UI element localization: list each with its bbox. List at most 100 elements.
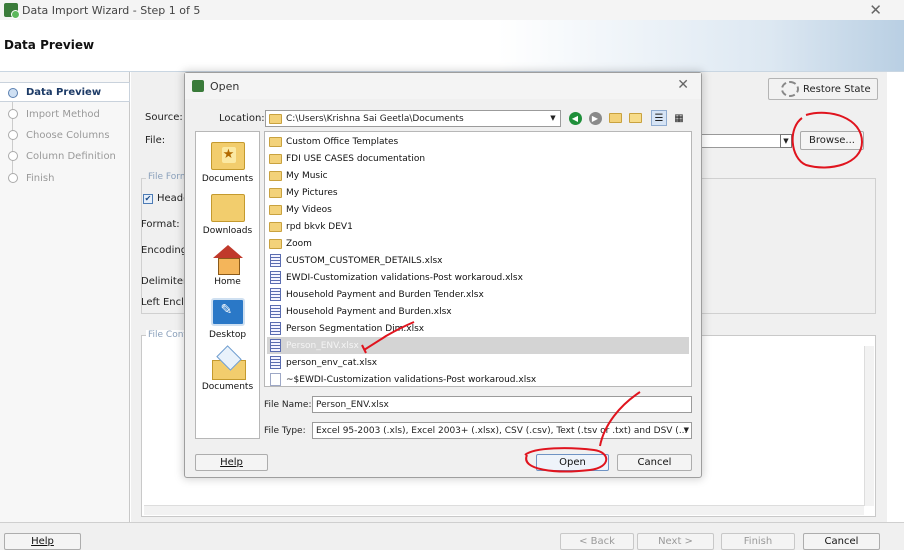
place-downloads[interactable]: Downloads — [196, 194, 259, 236]
nav-step-choose-columns[interactable]: Choose Columns — [0, 125, 130, 145]
folder-icon — [269, 153, 282, 164]
file-name: My Videos — [286, 204, 332, 215]
file-type-select[interactable]: Excel 95-2003 (.xls), Excel 2003+ (.xlsx… — [312, 422, 692, 439]
desktop-icon — [210, 298, 245, 326]
home-icon — [211, 245, 245, 275]
file-list-item[interactable]: My Music — [267, 167, 689, 184]
file-name: rpd bkvk DEV1 — [286, 221, 353, 232]
browse-button[interactable]: Browse... — [800, 131, 864, 150]
arrow-left-icon: ◀ — [568, 111, 582, 125]
nav-step-label: Finish — [26, 172, 55, 184]
header-checkbox[interactable]: ✔ — [143, 194, 153, 204]
dialog-cancel-button[interactable]: Cancel — [617, 454, 692, 471]
place-documents-2[interactable]: Documents — [196, 350, 259, 392]
spreadsheet-file-icon — [270, 322, 281, 335]
location-combo[interactable]: C:\Users\Krishna Sai Geetla\Documents ▼ — [265, 110, 561, 127]
spreadsheet-file-icon — [270, 339, 281, 352]
back-button[interactable]: < Back — [560, 533, 634, 550]
dialog-help-label: Help — [220, 457, 243, 468]
nav-step-finish[interactable]: Finish — [0, 168, 130, 188]
source-label: Source: — [145, 112, 183, 123]
file-list-item[interactable]: Zoom — [267, 235, 689, 252]
file-name: Zoom — [286, 238, 312, 249]
preview-vertical-scrollbar[interactable] — [864, 346, 874, 506]
header-band: Data Preview — [0, 20, 904, 72]
file-list-item[interactable]: ~$EWDI-Customization validations-Post wo… — [267, 371, 689, 386]
preview-horizontal-scrollbar[interactable] — [144, 505, 864, 515]
nav-step-import-method[interactable]: Import Method — [0, 104, 130, 124]
file-name-input[interactable]: Person_ENV.xlsx — [312, 396, 692, 413]
location-dropdown-arrow[interactable]: ▼ — [548, 113, 558, 124]
file-list-item[interactable]: FDI USE CASES documentation — [267, 150, 689, 167]
file-label: File: — [145, 135, 166, 146]
restore-state-label: Restore State — [803, 83, 871, 95]
file-type-value: Excel 95-2003 (.xls), Excel 2003+ (.xlsx… — [316, 425, 688, 436]
restore-gear-icon — [781, 81, 799, 97]
documents-envelope-icon — [211, 350, 246, 380]
file-list-item[interactable]: My Videos — [267, 201, 689, 218]
list-view-button[interactable]: ☰ — [651, 110, 667, 126]
page-title: Data Preview — [4, 38, 95, 52]
new-folder-icon — [628, 113, 642, 123]
spreadsheet-file-icon — [270, 356, 281, 369]
nav-step-label: Choose Columns — [26, 129, 110, 141]
file-name-label: File Name: — [264, 400, 312, 410]
location-label: Location: — [219, 113, 265, 124]
file-list-item[interactable]: Person Segmentation Dim.xlsx — [267, 320, 689, 337]
folder-icon — [269, 204, 282, 215]
back-nav-button[interactable]: ◀ — [567, 110, 583, 126]
place-desktop[interactable]: Desktop — [196, 298, 259, 340]
dialog-title: Open — [210, 79, 240, 93]
place-documents[interactable]: Documents — [196, 142, 259, 184]
finish-button[interactable]: Finish — [721, 533, 795, 550]
dialog-close-icon[interactable]: ✕ — [677, 77, 689, 93]
file-path-dropdown-arrow[interactable]: ▼ — [780, 134, 792, 148]
documents-icon — [210, 142, 245, 170]
wizard-steps-nav: Data Preview Import Method Choose Column… — [0, 72, 130, 522]
file-name: Household Payment and Burden.xlsx — [286, 306, 452, 317]
place-home[interactable]: Home — [196, 245, 259, 287]
file-list-item[interactable]: Household Payment and Burden Tender.xlsx — [267, 286, 689, 303]
file-list-item[interactable]: Custom Office Templates — [267, 133, 689, 150]
file-type-dropdown-arrow[interactable]: ▼ — [684, 426, 689, 434]
folder-icon — [269, 221, 282, 232]
help-button[interactable]: Help — [4, 533, 81, 550]
spreadsheet-file-icon — [270, 254, 281, 267]
restore-state-button[interactable]: Restore State — [768, 78, 878, 100]
dialog-help-button[interactable]: Help — [195, 454, 268, 471]
file-list-item-selected[interactable]: Person_ENV.xlsx — [267, 337, 689, 354]
nav-step-data-preview[interactable]: Data Preview — [0, 82, 130, 102]
forward-nav-button[interactable]: ▶ — [587, 110, 603, 126]
spreadsheet-file-icon — [270, 271, 281, 284]
nav-step-column-definition[interactable]: Column Definition — [0, 146, 130, 166]
folder-icon — [269, 170, 282, 181]
place-label: Downloads — [202, 226, 253, 236]
arrow-right-icon: ▶ — [588, 111, 602, 125]
folder-icon — [269, 238, 282, 249]
file-path-combo[interactable] — [699, 134, 781, 148]
file-list-item[interactable]: My Pictures — [267, 184, 689, 201]
up-folder-button[interactable] — [607, 110, 623, 126]
new-folder-button[interactable] — [627, 110, 643, 126]
file-list-item[interactable]: rpd bkvk DEV1 — [267, 218, 689, 235]
file-name: My Pictures — [286, 187, 338, 198]
file-list-item[interactable]: CUSTOM_CUSTOMER_DETAILS.xlsx — [267, 252, 689, 269]
file-name: EWDI-Customization validations-Post work… — [286, 272, 523, 283]
open-button[interactable]: Open — [536, 454, 609, 471]
file-list-item[interactable]: EWDI-Customization validations-Post work… — [267, 269, 689, 286]
place-label: Documents — [201, 174, 254, 184]
wizard-app-icon — [4, 3, 20, 19]
folder-icon — [269, 113, 282, 124]
next-button[interactable]: Next > — [637, 533, 714, 550]
wizard-close-icon[interactable]: ✕ — [869, 1, 882, 19]
file-name: FDI USE CASES documentation — [286, 153, 426, 164]
details-view-button[interactable]: ▦ — [671, 110, 687, 126]
cancel-button[interactable]: Cancel — [803, 533, 880, 550]
file-list-item[interactable]: person_env_cat.xlsx — [267, 354, 689, 371]
place-label: Documents — [201, 382, 254, 392]
help-label: Help — [31, 536, 54, 547]
file-list-item[interactable]: Household Payment and Burden.xlsx — [267, 303, 689, 320]
file-list: Custom Office Templates FDI USE CASES do… — [264, 131, 692, 387]
file-name: Person Segmentation Dim.xlsx — [286, 323, 425, 334]
place-label: Home — [214, 277, 241, 287]
